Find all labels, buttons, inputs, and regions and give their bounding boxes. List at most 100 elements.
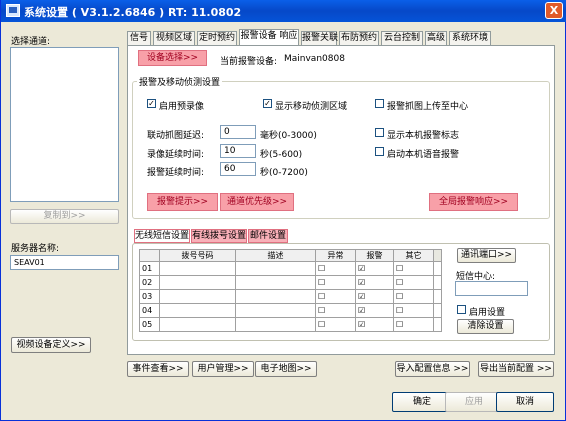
upload-alarm-checkbox[interactable]: [375, 99, 384, 108]
table-row[interactable]: 03 ☐ ☑ ☐: [139, 289, 442, 304]
abnormal-cell[interactable]: ☐: [315, 303, 356, 318]
tab-advanced[interactable]: 高级: [425, 31, 447, 45]
alarm-cell[interactable]: ☑: [355, 261, 394, 276]
tab-alarm-link[interactable]: 报警关联: [301, 31, 338, 45]
tab-sms[interactable]: 无线短信设置: [134, 229, 190, 243]
desc-cell[interactable]: [235, 275, 316, 290]
row-index: 01: [139, 261, 160, 276]
import-config-button[interactable]: 导入配置信息 >>: [395, 361, 470, 377]
alarm-cell[interactable]: ☑: [355, 303, 394, 318]
table-row[interactable]: 05 ☐ ☑ ☐: [139, 317, 442, 332]
event-view-button[interactable]: 事件查看>>: [127, 361, 189, 377]
table-row[interactable]: 01 ☐ ☑ ☐: [139, 261, 442, 276]
link-delay-label: 联动抓图延迟:: [147, 131, 205, 141]
alarm-cell[interactable]: ☑: [355, 317, 394, 332]
group-title: 报警及移动侦测设置: [137, 75, 223, 88]
tab-video-area[interactable]: 视频区域: [153, 31, 195, 45]
current-device-value: Mainvan0808: [284, 54, 345, 64]
server-name-field[interactable]: SEAV01: [10, 255, 119, 270]
show-local-alarm-checkbox[interactable]: [375, 128, 384, 137]
alarm-delay-input[interactable]: 60: [220, 162, 256, 176]
record-delay-input[interactable]: 10: [220, 144, 256, 158]
alarm-cell[interactable]: ☑: [355, 275, 394, 290]
desc-cell[interactable]: [235, 289, 316, 304]
app-icon: [6, 4, 20, 17]
voice-alarm-checkbox[interactable]: [375, 147, 384, 156]
other-cell[interactable]: ☐: [393, 289, 434, 304]
row-index: 05: [139, 317, 160, 332]
enable-prerecord-checkbox[interactable]: ✓: [147, 99, 156, 108]
table-row[interactable]: 04 ☐ ☑ ☐: [139, 303, 442, 318]
tab-signal[interactable]: 信号: [127, 31, 151, 45]
device-select-button[interactable]: 设备选择>>: [138, 50, 207, 66]
window-title: 系统设置 ( V3.1.2.6846 ) RT: 11.0802: [24, 6, 242, 19]
cancel-button[interactable]: 取消: [496, 392, 554, 412]
scrollbar[interactable]: [433, 249, 442, 262]
number-cell[interactable]: [159, 317, 236, 332]
export-config-button[interactable]: 导出当前配置 >>: [478, 361, 554, 377]
show-local-alarm-label: 显示本机报警标志: [387, 131, 460, 141]
table-row[interactable]: 02 ☐ ☑ ☐: [139, 275, 442, 290]
tab-email[interactable]: 邮件设置: [248, 229, 288, 243]
row-index: 02: [139, 275, 160, 290]
abnormal-cell[interactable]: ☐: [315, 261, 356, 276]
current-device-label: 当前报警设备:: [220, 57, 278, 67]
show-motion-label: 显示移动侦测区域: [275, 102, 348, 112]
col-header-alarm: 报警: [355, 249, 394, 262]
ok-button[interactable]: 确定: [392, 392, 452, 412]
phone-table: 拨号号码 描述 异常 报警 其它 01 ☐ ☑ ☐ 02 ☐ ☑ ☐ 03 ☐ ☑ ☐ 04 ☐ ☑ ☐…: [139, 249, 442, 332]
tab-alarm-device[interactable]: 报警设备 响应: [239, 29, 299, 45]
desc-cell[interactable]: [235, 317, 316, 332]
comm-port-button[interactable]: 通讯端口>>: [457, 248, 516, 263]
other-cell[interactable]: ☐: [393, 261, 434, 276]
col-header-abnormal: 异常: [315, 249, 356, 262]
abnormal-cell[interactable]: ☐: [315, 289, 356, 304]
tab-ptz[interactable]: 云台控制: [381, 31, 423, 45]
enable-setting-label: 启用设置: [469, 308, 506, 318]
abnormal-cell[interactable]: ☐: [315, 275, 356, 290]
global-alarm-button[interactable]: 全局报警响应>>: [429, 193, 518, 211]
upload-alarm-label: 报警抓图上传至中心: [387, 102, 469, 112]
row-index: 04: [139, 303, 160, 318]
show-motion-checkbox[interactable]: ✓: [263, 99, 272, 108]
col-header-index: [139, 249, 160, 262]
tab-schedule[interactable]: 定时预约: [197, 31, 237, 45]
title-bar: 系统设置 ( V3.1.2.6846 ) RT: 11.0802 X: [1, 0, 566, 22]
channel-priority-button[interactable]: 通道优先级>>: [220, 193, 294, 211]
link-delay-input[interactable]: 0: [220, 125, 256, 139]
other-cell[interactable]: ☐: [393, 303, 434, 318]
server-name-label: 服务器名称:: [11, 244, 60, 254]
tab-system-env[interactable]: 系统环境: [449, 31, 491, 45]
desc-cell[interactable]: [235, 261, 316, 276]
apply-button[interactable]: 应用: [445, 392, 503, 412]
video-device-definition-button[interactable]: 视频设备定义>>: [11, 337, 91, 353]
alarm-cell[interactable]: ☑: [355, 289, 394, 304]
abnormal-cell[interactable]: ☐: [315, 317, 356, 332]
col-header-other: 其它: [393, 249, 434, 262]
enable-setting-checkbox[interactable]: [457, 305, 466, 314]
tab-arming[interactable]: 布防预约: [339, 31, 379, 45]
number-cell[interactable]: [159, 261, 236, 276]
voice-alarm-label: 启动本机语音报警: [387, 150, 460, 160]
e-map-button[interactable]: 电子地图>>: [255, 361, 317, 377]
other-cell[interactable]: ☐: [393, 317, 434, 332]
desc-cell[interactable]: [235, 303, 316, 318]
row-index: 03: [139, 289, 160, 304]
channel-list[interactable]: [10, 47, 119, 202]
number-cell[interactable]: [159, 289, 236, 304]
other-cell[interactable]: ☐: [393, 275, 434, 290]
number-cell[interactable]: [159, 303, 236, 318]
col-header-number: 拨号号码: [159, 249, 236, 262]
col-header-desc: 描述: [235, 249, 316, 262]
user-management-button[interactable]: 用户管理>>: [192, 361, 254, 377]
settings-window: 系统设置 ( V3.1.2.6846 ) RT: 11.0802 X 选择通道:…: [0, 0, 566, 421]
close-button[interactable]: X: [545, 2, 563, 19]
alarm-delay-label: 报警延续时间:: [147, 168, 205, 178]
sms-center-input[interactable]: [455, 281, 528, 296]
alarm-tip-button[interactable]: 报警提示>>: [147, 193, 218, 211]
tab-dialup[interactable]: 有线拨号设置: [191, 229, 247, 243]
link-delay-unit: 毫秒(0-3000): [260, 131, 317, 141]
number-cell[interactable]: [159, 275, 236, 290]
clear-setting-button[interactable]: 清除设置: [457, 319, 514, 334]
copy-to-button[interactable]: 复制到>>: [10, 209, 119, 224]
